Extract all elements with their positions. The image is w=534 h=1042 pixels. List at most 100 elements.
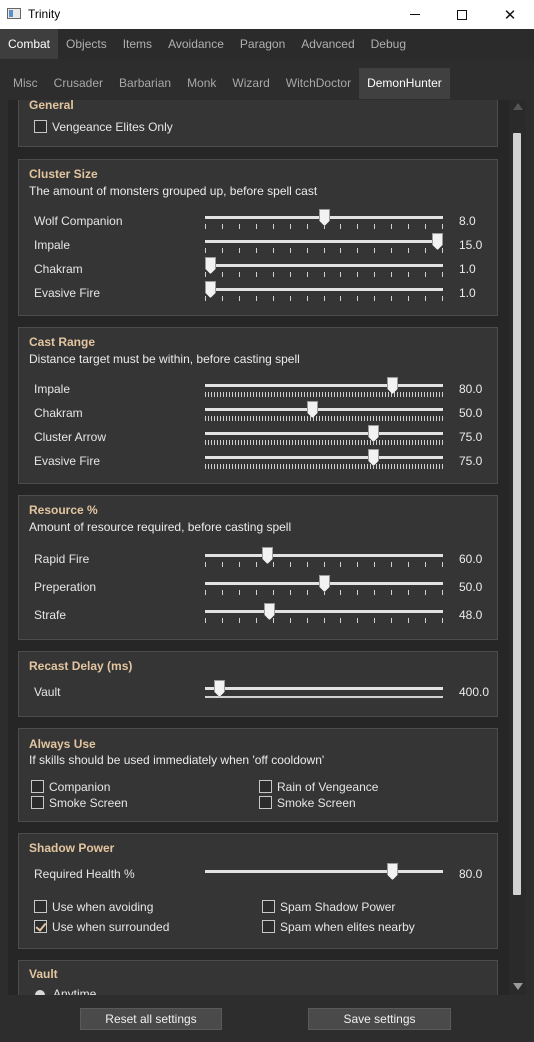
tab-items[interactable]: Items: [115, 29, 160, 59]
checkbox-label: Spam Shadow Power: [280, 899, 396, 914]
always-companion-checkbox[interactable]: Companion: [31, 779, 110, 794]
strafe-resource-slider[interactable]: [205, 603, 443, 624]
slider-thumb[interactable]: [214, 680, 225, 697]
vault-recast-slider[interactable]: [205, 680, 443, 701]
checkbox-label: Companion: [49, 779, 111, 794]
preperation-resource-slider[interactable]: [205, 575, 443, 596]
slider-label: Rapid Fire: [34, 552, 90, 566]
scroll-up-icon[interactable]: [513, 103, 523, 110]
slider-track: [205, 610, 443, 613]
impale-range-slider[interactable]: [205, 377, 443, 398]
group-description: Distance target must be within, before c…: [29, 352, 300, 366]
slider-label: Preperation: [34, 580, 97, 594]
vertical-scrollbar[interactable]: [509, 100, 526, 995]
slider-ticks: [205, 562, 443, 567]
slider-ticks: [205, 272, 443, 277]
window-title: Trinity: [28, 7, 61, 21]
vault-group: Vault Anytime: [18, 960, 498, 995]
checkbox-box: [34, 120, 47, 133]
close-button[interactable]: ✕: [488, 0, 532, 29]
chakram-range-slider[interactable]: [205, 401, 443, 422]
slider-value: 400.0: [459, 685, 490, 699]
minimize-icon: [410, 14, 420, 15]
vengeance-elites-checkbox[interactable]: Vengeance Elites Only: [34, 119, 173, 134]
tab-paragon[interactable]: Paragon: [232, 29, 293, 59]
checkbox-box: [259, 780, 272, 793]
resource-group: Resource % Amount of resource required, …: [18, 495, 498, 640]
slider-value: 80.0: [459, 382, 483, 396]
slider-label: Chakram: [34, 406, 83, 420]
slider-ticks: [205, 464, 443, 469]
slider-track: [205, 432, 443, 435]
cluster-size-group: Cluster Size The amount of monsters grou…: [18, 159, 498, 316]
checkbox-box: [34, 900, 47, 913]
tab-barbarian[interactable]: Barbarian: [111, 68, 179, 99]
wolf-companion-cluster-slider[interactable]: [205, 209, 443, 230]
checkbox-label: Vengeance Elites Only: [52, 119, 173, 134]
tab-wizard[interactable]: Wizard: [224, 68, 277, 99]
tab-demonhunter[interactable]: DemonHunter: [359, 68, 450, 99]
tab-objects[interactable]: Objects: [58, 29, 115, 59]
spam-shadow-power-checkbox[interactable]: Spam Shadow Power: [262, 899, 395, 914]
reset-all-settings-button[interactable]: Reset all settings: [80, 1008, 222, 1030]
close-icon: ✕: [503, 6, 517, 24]
settings-scroll-area[interactable]: General Vengeance Elites Only Cluster Si…: [8, 100, 526, 995]
checkbox-box: [31, 780, 44, 793]
chakram-cluster-slider[interactable]: [205, 257, 443, 278]
tab-crusader[interactable]: Crusader: [46, 68, 111, 99]
use-when-surrounded-checkbox[interactable]: Use when surrounded: [34, 919, 169, 934]
required-health-slider[interactable]: [205, 863, 443, 884]
cast-range-group: Cast Range Distance target must be withi…: [18, 327, 498, 484]
slider-ticks: [205, 618, 443, 623]
radio-label: Anytime: [53, 987, 97, 995]
slider-track: [205, 554, 443, 557]
slider-label: Evasive Fire: [34, 454, 101, 468]
tab-advanced[interactable]: Advanced: [293, 29, 362, 59]
rapid-fire-resource-slider[interactable]: [205, 547, 443, 568]
tab-misc[interactable]: Misc: [5, 68, 46, 99]
cluster-arrow-range-slider[interactable]: [205, 425, 443, 446]
group-description: Amount of resource required, before cast…: [29, 520, 292, 534]
slider-label: Evasive Fire: [34, 286, 101, 300]
slider-value: 48.0: [459, 608, 483, 622]
spam-when-elites-checkbox[interactable]: Spam when elites nearby: [262, 919, 415, 934]
minimize-button[interactable]: [393, 0, 437, 29]
slider-track: [205, 456, 443, 459]
slider-ticks: [205, 248, 443, 253]
use-when-avoiding-checkbox[interactable]: Use when avoiding: [34, 899, 153, 914]
tab-avoidance[interactable]: Avoidance: [160, 29, 232, 59]
slider-thumb[interactable]: [387, 863, 398, 880]
slider-label: Impale: [34, 382, 71, 396]
evasive-fire-range-slider[interactable]: [205, 449, 443, 470]
scroll-down-icon[interactable]: [513, 983, 523, 990]
slider-label: Strafe: [34, 608, 67, 622]
group-title: Shadow Power: [29, 841, 115, 855]
tab-witchdoctor[interactable]: WitchDoctor: [278, 68, 359, 99]
checkbox-label: Use when avoiding: [52, 899, 154, 914]
save-settings-button[interactable]: Save settings: [308, 1008, 451, 1030]
maximize-button[interactable]: [440, 0, 484, 29]
slider-track: [205, 264, 443, 267]
checkbox-label: Smoke Screen: [277, 795, 356, 810]
checkbox-box: [262, 900, 275, 913]
impale-cluster-slider[interactable]: [205, 233, 443, 254]
slider-label: Vault: [34, 685, 61, 699]
always-smoke-screen-checkbox[interactable]: Smoke Screen: [31, 795, 128, 810]
tab-monk[interactable]: Monk: [179, 68, 224, 99]
slider-track: [205, 408, 443, 411]
slider-ticks: [205, 696, 443, 698]
scroll-thumb[interactable]: [513, 133, 521, 895]
group-description: The amount of monsters grouped up, befor…: [29, 184, 318, 198]
slider-value: 75.0: [459, 454, 483, 468]
evasive-fire-cluster-slider[interactable]: [205, 281, 443, 302]
always-rain-of-vengeance-checkbox[interactable]: Rain of Vengeance: [259, 779, 378, 794]
tab-combat[interactable]: Combat: [0, 29, 59, 59]
slider-value: 8.0: [459, 214, 476, 228]
slider-track: [205, 288, 443, 291]
tab-debug[interactable]: Debug: [363, 29, 414, 59]
slider-value: 75.0: [459, 430, 483, 444]
slider-value: 1.0: [459, 286, 476, 300]
group-title: Vault: [29, 967, 58, 981]
shadow-power-group: Shadow Power Required Health % 80.0 Use …: [18, 833, 498, 949]
always-smoke-screen-checkbox-2[interactable]: Smoke Screen: [259, 795, 356, 810]
